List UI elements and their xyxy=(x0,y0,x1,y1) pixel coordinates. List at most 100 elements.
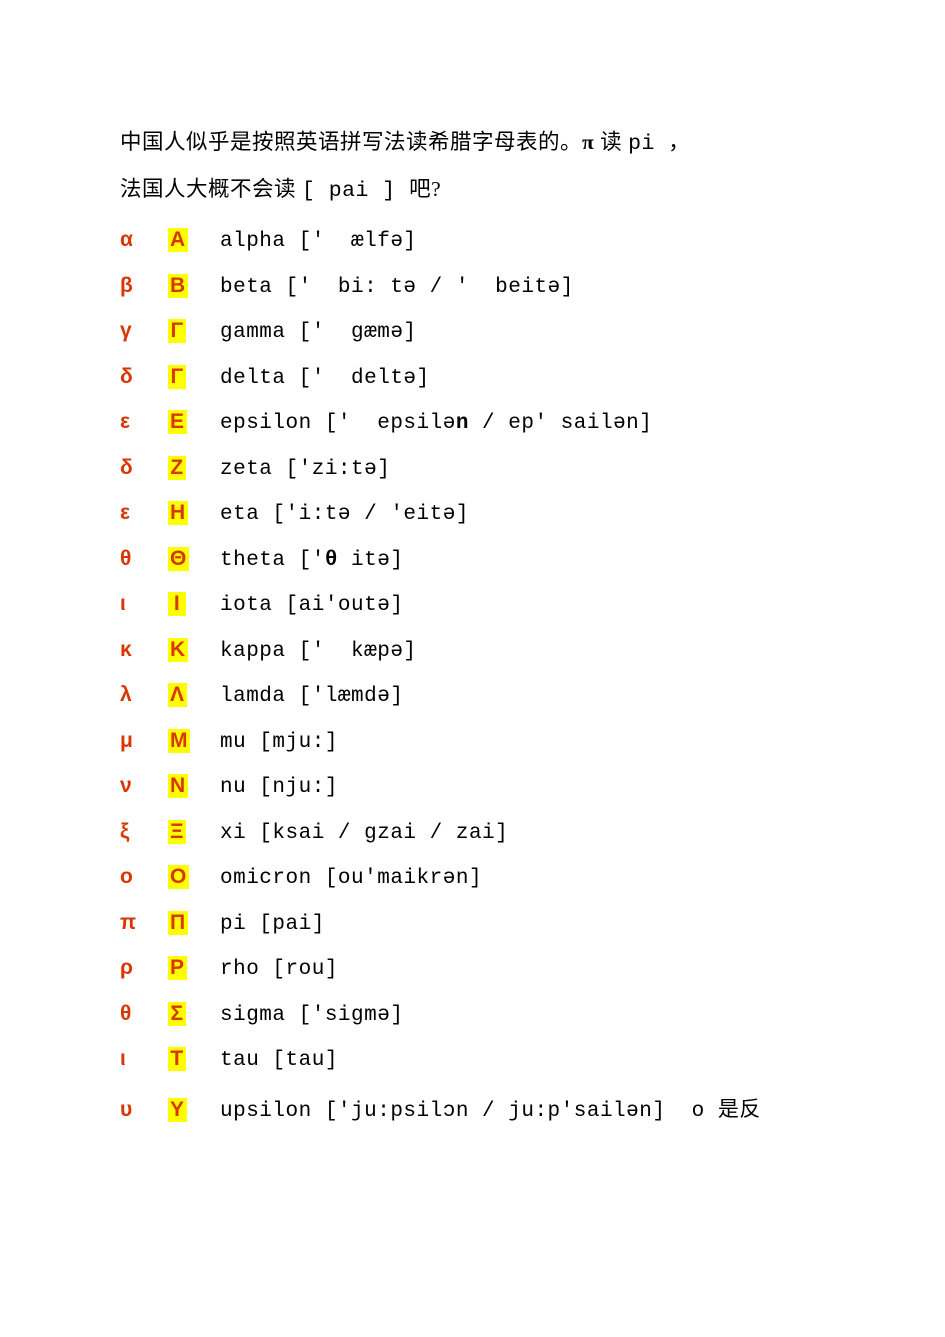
pronunciation: rho [rou] xyxy=(220,958,338,981)
uppercase-letter: Ο xyxy=(168,865,189,889)
pronunciation: alpha [' ælfə] xyxy=(220,230,417,253)
text-segment: kappa [' kæpə] xyxy=(220,640,417,663)
lowercase-letter: ρ xyxy=(120,956,148,980)
greek-row: πΠpi [pai] xyxy=(120,911,830,957)
lowercase-letter: ο xyxy=(120,865,148,889)
lowercase-letter: θ xyxy=(120,547,148,571)
pronunciation: omicron [ou'maikrən] xyxy=(220,867,482,890)
lowercase-letter: α xyxy=(120,228,148,252)
uppercase-letter: Ζ xyxy=(168,456,186,480)
pronunciation: epsilon [' epsilən / ep' sailən] xyxy=(220,412,652,435)
intro-trail: ， xyxy=(668,130,690,154)
text-segment: omicron [ou'maikrən] xyxy=(220,867,482,890)
text-segment: tau [tau] xyxy=(220,1049,338,1072)
text-segment: upsilon ['ju:psilɔn / ju:p'sailən] o 是反 xyxy=(220,1093,761,1123)
page: 中国人似乎是按照英语拼写法读希腊字母表的。π 读 pi ， 法国人大概不会读 [… xyxy=(0,0,945,1138)
text-segment: alpha [' ælfə] xyxy=(220,230,417,253)
text-segment: itə] xyxy=(338,549,404,572)
greek-row: υΥupsilon ['ju:psilɔn / ju:p'sailən] o 是… xyxy=(120,1093,830,1139)
lowercase-letter: υ xyxy=(120,1098,148,1122)
intro-line2-prefix: 法国人大概不会读 xyxy=(120,177,302,201)
lowercase-letter: γ xyxy=(120,319,148,343)
lowercase-letter: δ xyxy=(120,456,148,480)
text-segment: / ep' sailən] xyxy=(469,412,652,435)
greek-row: βΒbeta [' bi: tə / ' beitə] xyxy=(120,274,830,320)
greek-row: λΛlamda ['læmdə] xyxy=(120,683,830,729)
greek-row: θΣsigma ['sigmə] xyxy=(120,1002,830,1048)
uppercase-letter: Κ xyxy=(168,638,188,662)
greek-row: αΑalpha [' ælfə] xyxy=(120,228,830,274)
text-segment: nu [nju:] xyxy=(220,776,338,799)
greek-row: γΓgamma [' gæmə] xyxy=(120,319,830,365)
pi-symbol: π xyxy=(582,130,594,154)
uppercase-letter: Ξ xyxy=(168,820,186,844)
uppercase-letter: Ν xyxy=(168,774,188,798)
pronunciation: eta ['i:tə / 'eitə] xyxy=(220,503,469,526)
pronunciation: tau [tau] xyxy=(220,1049,338,1072)
bold-segment: n xyxy=(456,412,469,435)
greek-row: μΜmu [mju:] xyxy=(120,729,830,775)
text-segment: eta ['i:tə / 'eitə] xyxy=(220,503,469,526)
pronunciation: upsilon ['ju:psilɔn / ju:p'sailən] o 是反 xyxy=(220,1093,761,1123)
lowercase-letter: ε xyxy=(120,410,148,434)
lowercase-letter: π xyxy=(120,911,148,935)
pronunciation: xi [ksai / gzai / zai] xyxy=(220,822,508,845)
pronunciation: lamda ['læmdə] xyxy=(220,685,403,708)
uppercase-letter: Λ xyxy=(168,683,187,707)
lowercase-letter: ι xyxy=(120,592,148,616)
text-segment: lamda ['læmdə] xyxy=(220,685,403,708)
intro-text: 中国人似乎是按照英语拼写法读希腊字母表的。π 读 pi ， 法国人大概不会读 [… xyxy=(120,120,830,214)
intro-mid: 读 xyxy=(594,130,628,154)
greek-row: εΗeta ['i:tə / 'eitə] xyxy=(120,501,830,547)
uppercase-letter: Σ xyxy=(168,1002,186,1026)
greek-row: νΝnu [nju:] xyxy=(120,774,830,820)
pronunciation: gamma [' gæmə] xyxy=(220,321,417,344)
uppercase-letter: Τ xyxy=(168,1047,186,1071)
greek-row: δΓdelta [' deltə] xyxy=(120,365,830,411)
uppercase-letter: Υ xyxy=(168,1098,187,1122)
uppercase-letter: Α xyxy=(168,228,188,252)
pronunciation: pi [pai] xyxy=(220,913,325,936)
text-segment: epsilon [' epsilə xyxy=(220,412,456,435)
lowercase-letter: θ xyxy=(120,1002,148,1026)
greek-row: ξΞxi [ksai / gzai / zai] xyxy=(120,820,830,866)
uppercase-letter: Ε xyxy=(168,410,187,434)
text-segment: sigma ['sigmə] xyxy=(220,1004,403,1027)
lowercase-letter: ξ xyxy=(120,820,148,844)
intro-pi-mono: pi xyxy=(628,132,668,156)
uppercase-letter: Ρ xyxy=(168,956,187,980)
greek-row: ιΙiota [ai'outə] xyxy=(120,592,830,638)
lowercase-letter: β xyxy=(120,274,148,298)
lowercase-letter: ι xyxy=(120,1047,148,1071)
pronunciation: theta ['θ itə] xyxy=(220,549,403,572)
intro-line2-mono: [ pai ] xyxy=(302,179,409,203)
lowercase-letter: ν xyxy=(120,774,148,798)
uppercase-letter: Γ xyxy=(168,319,186,343)
text-segment: gamma [' gæmə] xyxy=(220,321,417,344)
text-segment: beta [' bi: tə / ' beitə] xyxy=(220,276,574,299)
lowercase-letter: δ xyxy=(120,365,148,389)
pronunciation: kappa [' kæpə] xyxy=(220,640,417,663)
bold-segment: θ xyxy=(325,549,338,572)
greek-row: εΕepsilon [' epsilən / ep' sailən] xyxy=(120,410,830,456)
uppercase-letter: Μ xyxy=(168,729,190,753)
pronunciation: iota [ai'outə] xyxy=(220,594,403,617)
text-segment: xi [ksai / gzai / zai] xyxy=(220,822,508,845)
lowercase-letter: ε xyxy=(120,501,148,525)
lowercase-letter: κ xyxy=(120,638,148,662)
greek-letter-list: αΑalpha [' ælfə]βΒbeta [' bi: tə / ' bei… xyxy=(120,228,830,1138)
uppercase-letter: Β xyxy=(168,274,188,298)
pronunciation: beta [' bi: tə / ' beitə] xyxy=(220,276,574,299)
greek-row: δΖzeta ['zi:tə] xyxy=(120,456,830,502)
text-segment: pi [pai] xyxy=(220,913,325,936)
text-segment: theta [' xyxy=(220,549,325,572)
greek-row: οΟomicron [ou'maikrən] xyxy=(120,865,830,911)
greek-row: θΘtheta ['θ itə] xyxy=(120,547,830,593)
lowercase-letter: λ xyxy=(120,683,148,707)
greek-row: κΚkappa [' kæpə] xyxy=(120,638,830,684)
text-segment: iota [ai'outə] xyxy=(220,594,403,617)
pronunciation: mu [mju:] xyxy=(220,731,338,754)
intro-line2-suffix: 吧? xyxy=(409,177,441,201)
uppercase-letter: Π xyxy=(168,911,188,935)
text-segment: zeta ['zi:tə] xyxy=(220,458,390,481)
